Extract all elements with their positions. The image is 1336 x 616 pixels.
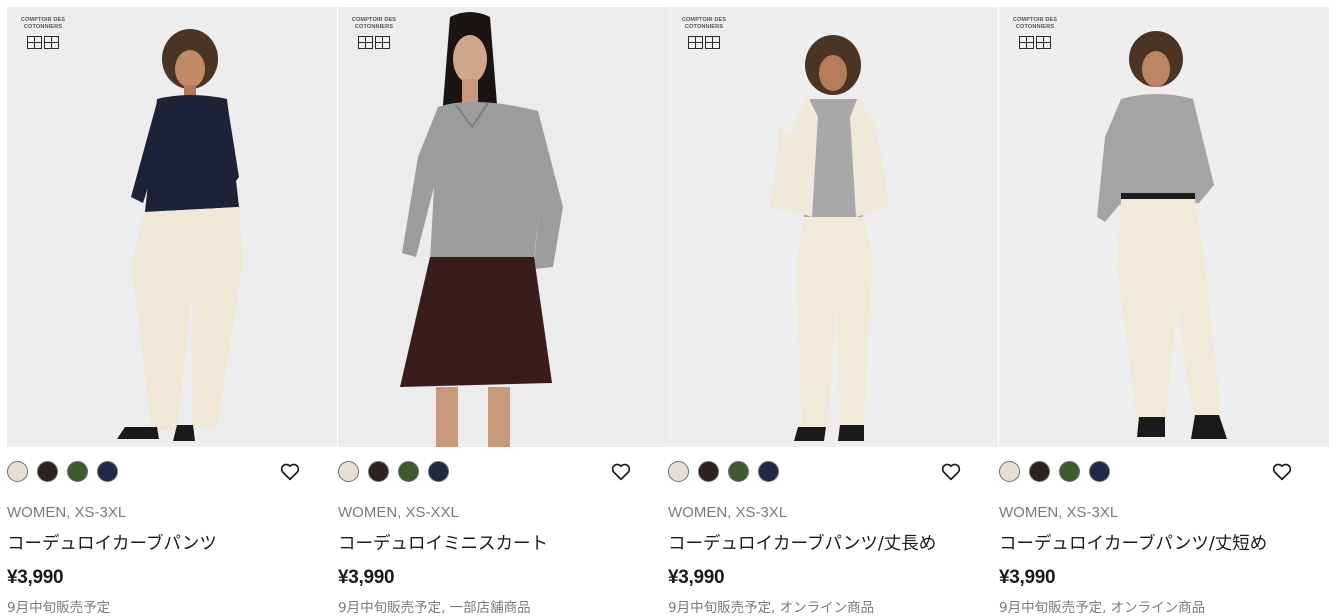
model-photo [7, 7, 337, 447]
color-swatches [7, 461, 118, 482]
color-swatch[interactable] [668, 461, 689, 482]
product-name[interactable]: コーデュロイミニスカート [338, 530, 548, 555]
product-category: WOMEN, XS-XXL [338, 504, 459, 521]
heart-outline-icon[interactable] [1272, 463, 1292, 481]
color-swatch[interactable] [97, 461, 118, 482]
color-swatch[interactable] [37, 461, 58, 482]
model-photo [999, 7, 1329, 447]
product-status: 9月中旬販売予定, 一部店舗商品 [338, 600, 531, 616]
product-category: WOMEN, XS-3XL [999, 504, 1119, 521]
product-card[interactable]: COMPTOIR DES COTONNIERS WOMEN, XS-3XL コー… [668, 7, 998, 616]
heart-outline-icon[interactable] [611, 463, 631, 481]
heart-outline-icon[interactable] [280, 463, 300, 481]
uniqlo-logo [348, 36, 400, 49]
color-swatch[interactable] [67, 461, 88, 482]
uniqlo-logo [17, 36, 69, 49]
product-card[interactable]: COMPTOIR DES COTONNIERS WOMEN, XS-3XL コー… [7, 7, 337, 616]
brand-text: COMPTOIR DES COTONNIERS [20, 17, 66, 30]
color-swatch[interactable] [1089, 461, 1110, 482]
color-swatch[interactable] [1029, 461, 1050, 482]
color-swatches [668, 461, 779, 482]
product-image[interactable]: COMPTOIR DES COTONNIERS [7, 7, 337, 447]
brand-badge: COMPTOIR DES COTONNIERS [1009, 17, 1061, 49]
product-status: 9月中旬販売予定 [7, 600, 111, 616]
brand-badge: COMPTOIR DES COTONNIERS [348, 17, 400, 49]
color-swatch[interactable] [338, 461, 359, 482]
product-card[interactable]: COMPTOIR DES COTONNIERS WOMEN, XS-3XL コー… [999, 7, 1329, 616]
color-swatch[interactable] [428, 461, 449, 482]
color-swatches [338, 461, 449, 482]
product-name[interactable]: コーデュロイカーブパンツ [7, 530, 217, 555]
model-photo [668, 7, 998, 447]
brand-text: COMPTOIR DES COTONNIERS [681, 17, 727, 30]
product-card[interactable]: COMPTOIR DES COTONNIERS WOMEN, XS-XXL コー… [338, 7, 668, 616]
product-category: WOMEN, XS-3XL [7, 504, 127, 521]
heart-outline-icon[interactable] [941, 463, 961, 481]
brand-badge: COMPTOIR DES COTONNIERS [17, 17, 69, 49]
product-image[interactable]: COMPTOIR DES COTONNIERS [668, 7, 998, 447]
uniqlo-logo [1009, 36, 1061, 49]
product-price: ¥3,990 [338, 567, 395, 588]
color-swatch[interactable] [7, 461, 28, 482]
color-swatches [999, 461, 1110, 482]
brand-text: COMPTOIR DES COTONNIERS [1012, 17, 1058, 30]
product-price: ¥3,990 [7, 567, 64, 588]
brand-badge: COMPTOIR DES COTONNIERS [678, 17, 730, 49]
color-swatch[interactable] [398, 461, 419, 482]
color-swatch[interactable] [728, 461, 749, 482]
model-photo [338, 7, 668, 447]
color-swatch[interactable] [1059, 461, 1080, 482]
color-swatch[interactable] [999, 461, 1020, 482]
product-category: WOMEN, XS-3XL [668, 504, 788, 521]
color-swatch[interactable] [758, 461, 779, 482]
brand-text: COMPTOIR DES COTONNIERS [351, 17, 397, 30]
product-name[interactable]: コーデュロイカーブパンツ/丈長め [668, 530, 936, 555]
product-image[interactable]: COMPTOIR DES COTONNIERS [999, 7, 1329, 447]
uniqlo-logo [678, 36, 730, 49]
product-price: ¥3,990 [668, 567, 725, 588]
product-name[interactable]: コーデュロイカーブパンツ/丈短め [999, 530, 1267, 555]
color-swatch[interactable] [698, 461, 719, 482]
product-status: 9月中旬販売予定, オンライン商品 [668, 600, 875, 616]
product-status: 9月中旬販売予定, オンライン商品 [999, 600, 1206, 616]
product-grid: COMPTOIR DES COTONNIERS WOMEN, XS-3XL コー… [7, 7, 1329, 616]
color-swatch[interactable] [368, 461, 389, 482]
product-image[interactable]: COMPTOIR DES COTONNIERS [338, 7, 668, 447]
product-price: ¥3,990 [999, 567, 1056, 588]
